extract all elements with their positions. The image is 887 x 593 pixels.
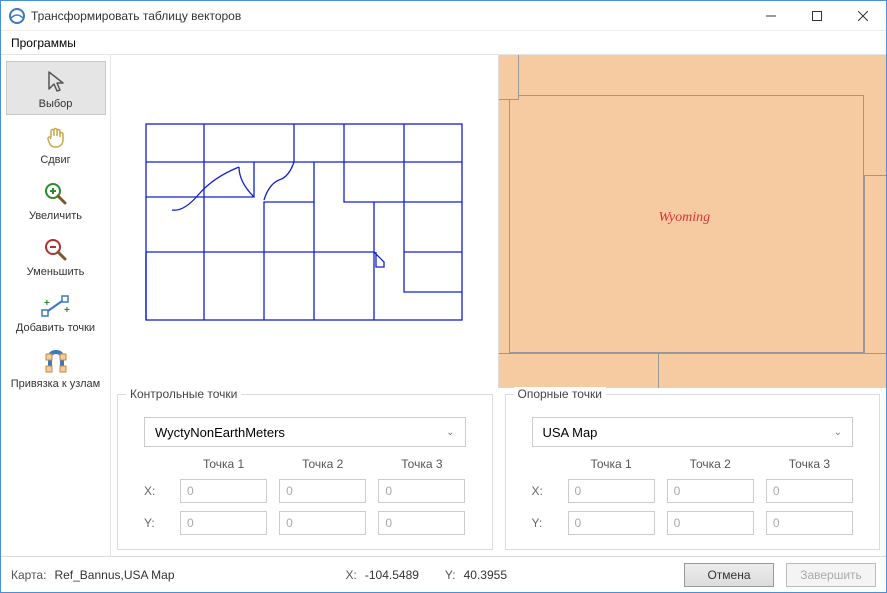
- cancel-button[interactable]: Отмена: [684, 563, 774, 587]
- rp-x-label: X:: [532, 484, 556, 498]
- titlebar: Трансформировать таблицу векторов: [1, 1, 886, 31]
- svg-text:+: +: [44, 298, 50, 309]
- cp-y-label: Y:: [144, 516, 168, 530]
- cp-y-p2[interactable]: 0: [279, 511, 366, 535]
- tool-pan-label: Сдвиг: [7, 154, 105, 166]
- tool-zoomout-label: Уменьшить: [7, 266, 105, 278]
- zoom-out-icon: [7, 236, 105, 264]
- tool-zoom-out[interactable]: Уменьшить: [6, 229, 106, 283]
- cp-y-p3[interactable]: 0: [378, 511, 465, 535]
- rp-y-label: Y:: [532, 516, 556, 530]
- state-adj-sw: [499, 353, 659, 388]
- reference-points-dropdown-value: USA Map: [543, 425, 598, 440]
- state-adj-nw: [499, 55, 519, 100]
- control-points-group: Контрольные точки WyctyNonEarthMeters ⌄ …: [117, 394, 493, 550]
- tool-snap-label: Привязка к узлам: [7, 378, 105, 390]
- rp-x-p3[interactable]: 0: [766, 479, 853, 503]
- rp-y-p1[interactable]: 0: [568, 511, 655, 535]
- hand-icon: [7, 124, 105, 152]
- source-vector: [144, 122, 464, 322]
- status-x-label: X:: [346, 568, 357, 582]
- cp-y-p1[interactable]: 0: [180, 511, 267, 535]
- cp-hdr-p3: Точка 3: [378, 457, 465, 471]
- map-label-wyoming: Wyoming: [659, 210, 711, 226]
- menubar: Программы: [1, 31, 886, 55]
- tool-zoom-in[interactable]: Увеличить: [6, 173, 106, 227]
- control-points-dropdown[interactable]: WyctyNonEarthMeters ⌄: [144, 417, 466, 447]
- tool-addpoints-label: Добавить точки: [7, 322, 105, 334]
- map-source[interactable]: [111, 55, 499, 388]
- app-icon: [9, 8, 25, 24]
- maximize-button[interactable]: [794, 1, 840, 31]
- rp-hdr-p3: Точка 3: [766, 457, 853, 471]
- window-title: Трансформировать таблицу векторов: [31, 9, 241, 23]
- status-map-value: Ref_Bannus,USA Map: [54, 568, 174, 582]
- minimize-button[interactable]: [748, 1, 794, 31]
- tool-pan[interactable]: Сдвиг: [6, 117, 106, 171]
- tool-panel: Выбор Сдвиг Увеличить Уменьшить ++ Добав…: [1, 55, 111, 556]
- rp-y-p2[interactable]: 0: [667, 511, 754, 535]
- zoom-in-icon: [7, 180, 105, 208]
- snap-icon: [7, 348, 105, 376]
- finish-button[interactable]: Завершить: [786, 563, 876, 587]
- status-x-value: -104.5489: [365, 568, 419, 582]
- points-row: Контрольные точки WyctyNonEarthMeters ⌄ …: [111, 388, 886, 556]
- reference-points-legend: Опорные точки: [514, 387, 606, 401]
- status-map-label: Карта:: [11, 568, 46, 582]
- status-bar: Карта: Ref_Bannus,USA Map X: -104.5489 Y…: [1, 556, 886, 592]
- svg-text:+: +: [64, 305, 70, 316]
- menu-programs[interactable]: Программы: [11, 36, 76, 50]
- status-y-value: 40.3955: [464, 568, 507, 582]
- workarea: Wyoming Контрольные точки WyctyNonEarthM…: [111, 55, 886, 556]
- rp-hdr-p2: Точка 2: [667, 457, 754, 471]
- main-area: Выбор Сдвиг Увеличить Уменьшить ++ Добав…: [1, 55, 886, 556]
- map-row: Wyoming: [111, 55, 886, 388]
- add-points-icon: ++: [7, 292, 105, 320]
- chevron-down-icon: ⌄: [446, 427, 454, 438]
- reference-points-dropdown[interactable]: USA Map ⌄: [532, 417, 854, 447]
- close-button[interactable]: [840, 1, 886, 31]
- reference-points-group: Опорные точки USA Map ⌄ Точка 1 Точка 2 …: [505, 394, 881, 550]
- control-points-dropdown-value: WyctyNonEarthMeters: [155, 425, 285, 440]
- cp-hdr-p2: Точка 2: [279, 457, 366, 471]
- tool-snap[interactable]: Привязка к узлам: [6, 341, 106, 395]
- cursor-icon: [7, 68, 105, 96]
- rp-x-p1[interactable]: 0: [568, 479, 655, 503]
- tool-add-points[interactable]: ++ Добавить точки: [6, 285, 106, 339]
- cp-x-label: X:: [144, 484, 168, 498]
- status-y-label: Y:: [445, 568, 456, 582]
- cp-x-p1[interactable]: 0: [180, 479, 267, 503]
- map-reference[interactable]: Wyoming: [499, 55, 887, 388]
- cp-x-p3[interactable]: 0: [378, 479, 465, 503]
- tool-zoomin-label: Увеличить: [7, 210, 105, 222]
- rp-hdr-p1: Точка 1: [568, 457, 655, 471]
- cp-x-p2[interactable]: 0: [279, 479, 366, 503]
- tool-select-label: Выбор: [7, 98, 105, 110]
- rp-x-p2[interactable]: 0: [667, 479, 754, 503]
- rp-y-p3[interactable]: 0: [766, 511, 853, 535]
- control-points-legend: Контрольные точки: [126, 387, 241, 401]
- cp-hdr-p1: Точка 1: [180, 457, 267, 471]
- chevron-down-icon: ⌄: [834, 427, 842, 438]
- tool-select[interactable]: Выбор: [6, 61, 106, 115]
- state-adj-s: [649, 353, 887, 388]
